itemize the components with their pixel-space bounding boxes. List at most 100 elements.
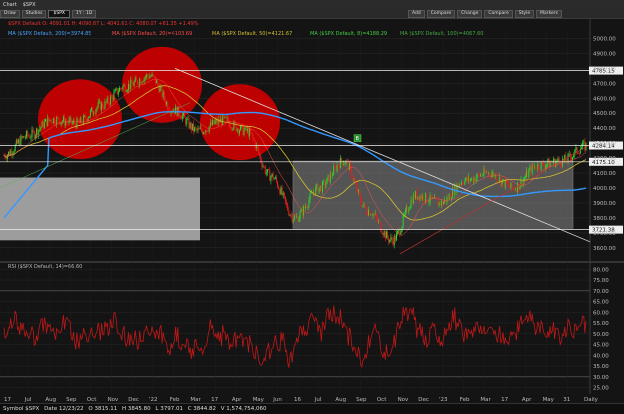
candle-body <box>533 166 535 168</box>
candle-body <box>526 170 528 177</box>
candle-body <box>51 122 53 124</box>
candle-body <box>92 107 94 114</box>
candle-body <box>449 194 451 199</box>
candle-body <box>203 132 205 134</box>
add-button[interactable]: Add <box>407 9 425 18</box>
candle-body <box>244 126 246 131</box>
candle-body <box>19 139 21 146</box>
candle-body <box>529 166 531 171</box>
rsi-tick-label: 35.00 <box>593 364 609 370</box>
chart-area[interactable]: $SPX Default O: 4091.01 H: 4090.67 L: 40… <box>0 19 624 403</box>
candle-body <box>156 80 158 84</box>
candle-body <box>273 178 275 180</box>
menu-draw[interactable]: Draw <box>0 9 20 18</box>
candle-body <box>108 103 110 105</box>
candle-body <box>80 117 82 124</box>
candle-body <box>230 127 232 128</box>
b-marker-label: B <box>356 136 360 142</box>
candle-body <box>279 189 281 195</box>
candle-body <box>384 231 386 239</box>
candle-body <box>190 122 192 130</box>
candle-body <box>159 87 161 93</box>
menu-compare[interactable]: Compare <box>484 9 513 18</box>
candle-body <box>471 177 473 180</box>
candle-body <box>319 185 321 188</box>
candle-body <box>577 153 579 154</box>
candle-body <box>30 137 32 139</box>
candle-body <box>185 117 187 125</box>
candle-body <box>469 179 471 182</box>
candle-body <box>573 155 575 158</box>
candle-body <box>378 220 380 222</box>
candle-body <box>23 136 25 138</box>
candle-body <box>557 158 559 161</box>
candle-body <box>96 107 98 110</box>
candle-body <box>446 197 448 203</box>
candle-body <box>499 176 501 181</box>
candle-body <box>558 158 560 162</box>
candle-body <box>515 189 517 193</box>
legend-ma8: MA ($SPX Default, 8)=4188.29 <box>310 31 387 37</box>
status-bar: Symbol $SPX Date 12/23/22 O 3815.11 H 38… <box>0 403 624 414</box>
candle-body <box>104 101 106 109</box>
candle-body <box>339 158 341 169</box>
candle-body <box>412 194 414 204</box>
candle-body <box>47 117 49 127</box>
candle-body <box>385 231 387 239</box>
candle-body <box>443 202 445 205</box>
time-frame-button[interactable]: 1Y : 1D <box>72 9 97 18</box>
candle-body <box>134 77 136 82</box>
tab-chart[interactable]: Chart <box>0 2 20 8</box>
candle-body <box>160 86 162 88</box>
candle-body <box>228 122 230 128</box>
candle-body <box>13 151 15 154</box>
candle-body <box>474 177 476 182</box>
menu-studies[interactable]: Studies <box>21 9 47 18</box>
legend-ma-red: MA ($SPX Default, 20)=4103.69 <box>112 31 192 37</box>
candle-body <box>353 179 355 180</box>
candle-body <box>338 165 340 169</box>
menu-style[interactable]: Style <box>514 9 535 18</box>
candle-body <box>430 194 432 199</box>
compare-button[interactable]: Compare <box>426 9 456 18</box>
change-button[interactable]: Change <box>457 9 483 18</box>
candle-body <box>141 82 143 84</box>
candle-body <box>551 162 553 164</box>
candle-body <box>21 135 23 138</box>
candle-body <box>205 130 207 133</box>
candle-body <box>482 175 484 176</box>
candle-body <box>400 231 402 235</box>
price-tick-label: 4300.00 <box>593 141 616 147</box>
candle-body <box>483 168 485 176</box>
window-tab-bar: Chart $SPX <box>0 0 624 9</box>
candle-body <box>132 83 134 86</box>
candle-body <box>540 162 542 171</box>
symbol-input[interactable]: $SPX <box>48 9 70 18</box>
rsi-tick-label: 80.00 <box>593 267 609 273</box>
candle-body <box>24 137 26 138</box>
candle-body <box>447 197 449 200</box>
candle-body <box>498 180 500 182</box>
tab-symbol[interactable]: $SPX <box>20 2 39 8</box>
candle-body <box>121 88 123 90</box>
price-chart-svg[interactable]: $SPX Default O: 4091.01 H: 4090.67 L: 40… <box>0 19 624 403</box>
candle-body <box>114 89 116 93</box>
candle-body <box>528 170 530 177</box>
candle-body <box>127 84 129 91</box>
candle-body <box>370 214 372 216</box>
candle-body <box>367 210 369 216</box>
candle-body <box>85 115 87 119</box>
candle-body <box>459 184 461 186</box>
candle-body <box>25 131 27 138</box>
candle-body <box>486 172 488 174</box>
candle-body <box>324 181 326 188</box>
candle-body <box>151 73 153 77</box>
candle-body <box>293 216 295 220</box>
candle-body <box>466 177 468 181</box>
candle-body <box>270 176 272 181</box>
candle-body <box>511 182 513 188</box>
candle-body <box>309 192 311 200</box>
markers-button[interactable]: Markers <box>536 9 562 18</box>
candle-body <box>223 115 225 118</box>
candle-body <box>84 115 86 117</box>
